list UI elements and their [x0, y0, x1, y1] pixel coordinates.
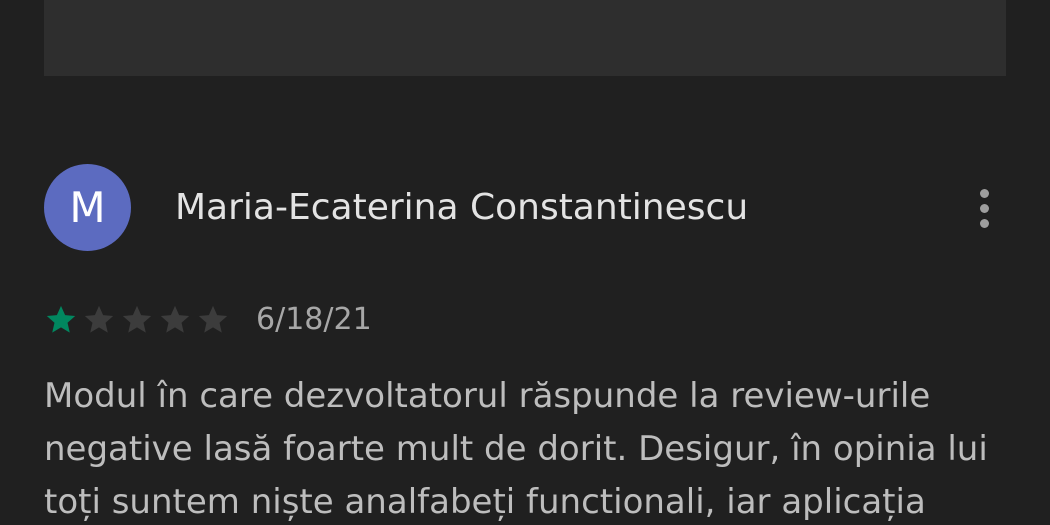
- more-vert-icon: [979, 188, 989, 198]
- review-screen: M Maria-Ecaterina Constantinescu 6/18/21…: [0, 0, 1050, 525]
- star-empty-icon: [82, 303, 116, 337]
- reviewer-name: Maria-Ecaterina Constantinescu: [175, 187, 749, 228]
- star-empty-icon: [196, 303, 230, 337]
- star-filled-icon: [44, 303, 78, 337]
- star-empty-icon: [158, 303, 192, 337]
- rating-row: 6/18/21: [44, 300, 372, 340]
- avatar-letter: M: [69, 183, 106, 232]
- review-text: Modul în care dezvoltatorul răspunde la …: [44, 376, 988, 522]
- more-options-button[interactable]: [964, 180, 1004, 236]
- star-rating: [44, 303, 230, 337]
- star-empty-icon: [120, 303, 154, 337]
- avatar: M: [44, 164, 131, 251]
- previous-card: [44, 0, 1006, 76]
- review-date: 6/18/21: [256, 302, 372, 337]
